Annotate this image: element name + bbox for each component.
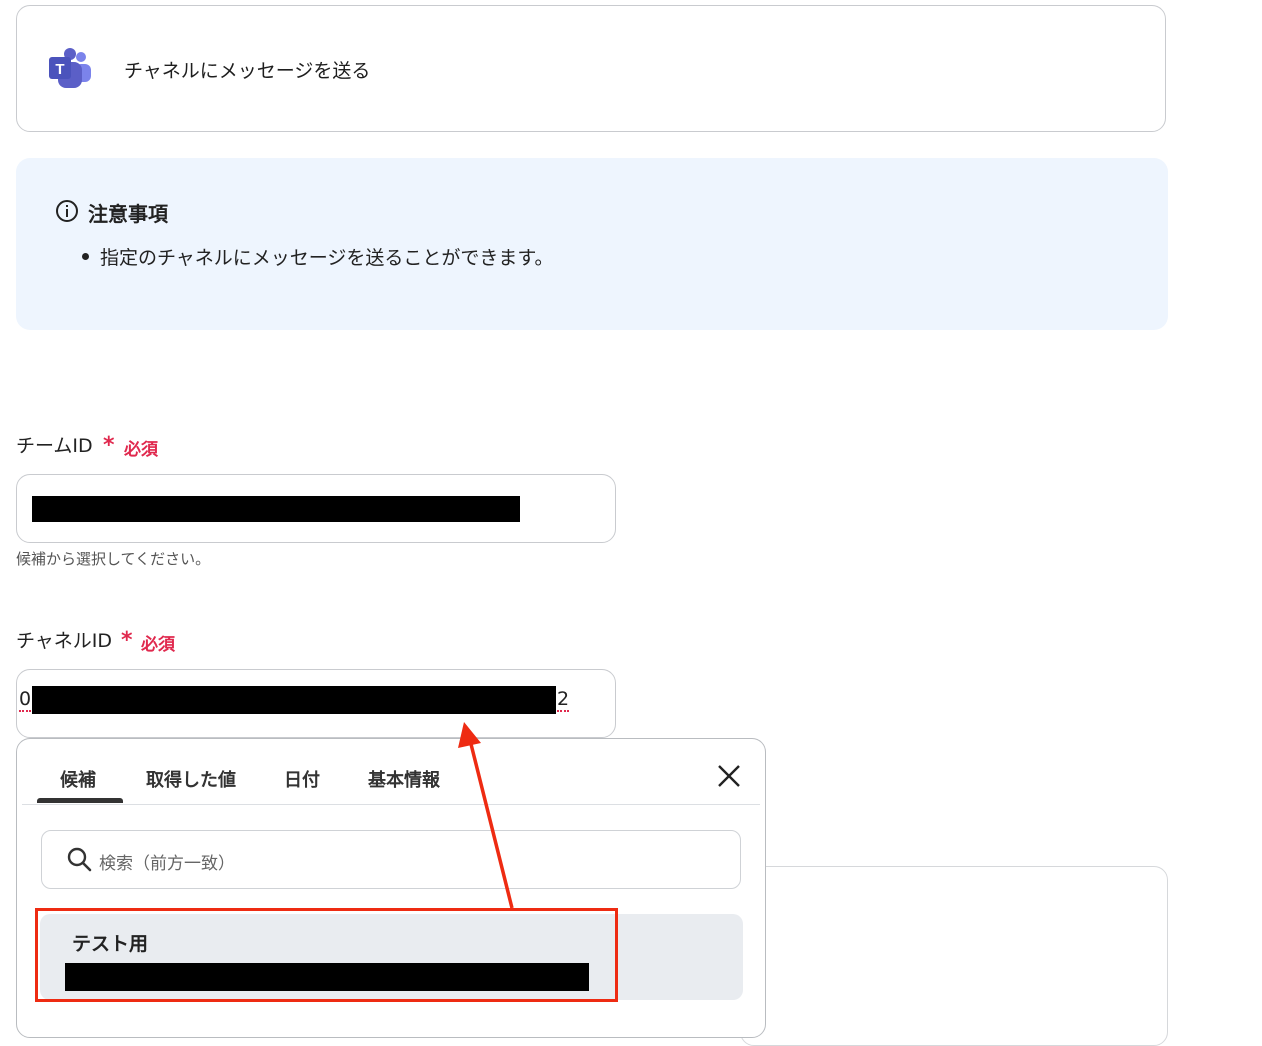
- channel-id-label: チャネルID: [16, 626, 112, 653]
- required-badge: 必須: [124, 440, 158, 460]
- redacted-value: [32, 686, 556, 714]
- search-icon: [67, 847, 92, 872]
- notice-title: 注意事項: [88, 202, 168, 226]
- tab-date[interactable]: 日付: [284, 766, 320, 792]
- background-panel: [740, 866, 1168, 1046]
- required-badge: 必須: [141, 635, 175, 655]
- bullet-icon: [82, 253, 89, 260]
- annotation-highlight-box: [35, 908, 618, 1002]
- channel-id-label-text: チャネルID: [16, 630, 113, 652]
- required-star-icon: *: [103, 433, 115, 458]
- channel-id-value-end: 2: [557, 688, 570, 712]
- active-tab-indicator: [37, 798, 123, 803]
- team-id-label-text: チームID: [16, 435, 93, 457]
- channel-id-value-start: 0: [19, 688, 32, 712]
- close-icon[interactable]: [716, 763, 742, 789]
- tab-retrieved-values[interactable]: 取得した値: [146, 766, 236, 792]
- microsoft-teams-logo: T: [49, 48, 91, 88]
- notice-item: 指定のチャネルにメッセージを送ることができます。: [100, 247, 554, 269]
- tab-candidates[interactable]: 候補: [60, 766, 96, 792]
- tab-basic-info[interactable]: 基本情報: [368, 766, 440, 792]
- team-id-label: チームID: [16, 431, 93, 458]
- team-id-hint: 候補から選択してください。: [16, 550, 211, 568]
- svg-text:T: T: [55, 61, 64, 78]
- tab-divider: [22, 804, 760, 805]
- action-title: チャネルにメッセージを送る: [124, 60, 371, 82]
- search-placeholder: 検索（前方一致）: [99, 854, 235, 874]
- annotation-arrow-icon: [458, 722, 514, 909]
- redacted-value: [32, 496, 520, 522]
- required-star-icon: *: [121, 628, 133, 653]
- info-icon: [56, 200, 78, 222]
